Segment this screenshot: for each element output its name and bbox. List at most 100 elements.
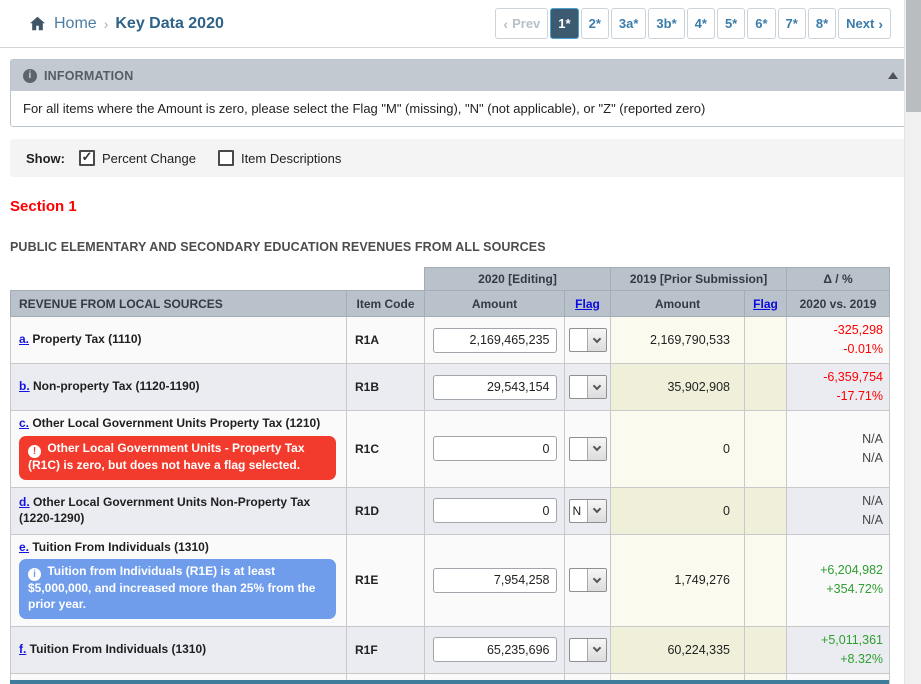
next-button[interactable]: Next › [838, 8, 891, 39]
page-button-6[interactable]: 6* [747, 8, 775, 39]
delta-percent: N/A [793, 511, 883, 530]
row-label: Tuition From Individuals (1310) [29, 540, 209, 554]
delta-percent: -0.01% [793, 340, 883, 359]
row-letter-link[interactable]: b. [19, 379, 30, 393]
collapse-caret-icon[interactable] [888, 72, 898, 79]
amount-2020-cell [425, 626, 565, 673]
row-label-cell: a. Property Tax (1110) [11, 317, 347, 364]
scrollbar-thumb[interactable] [906, 0, 921, 112]
delta-percent: +8.32% [793, 650, 883, 669]
amount-2020-input[interactable] [433, 568, 557, 593]
page-title: Key Data 2020 [115, 15, 224, 33]
flag-2019-cell [745, 626, 787, 673]
row-label-cell: b. Non-property Tax (1120-1190) [11, 364, 347, 411]
table-sub-header-row: REVENUE FROM LOCAL SOURCES Item Code Amo… [11, 291, 890, 317]
flag-2020-cell [565, 626, 611, 673]
percent-change-checkbox-box[interactable] [79, 150, 95, 166]
breadcrumb: Home › Key Data 2020 [28, 15, 224, 33]
flag-2019-header-link[interactable]: Flag [753, 297, 778, 311]
next-section-edge [10, 680, 889, 684]
flag-selected-value [570, 329, 587, 351]
row-letter-link[interactable]: c. [19, 416, 29, 430]
delta-percent: N/A [793, 449, 883, 468]
item-code-cell: R1C [347, 411, 425, 488]
row-label-cell: c. Other Local Government Units Property… [11, 411, 347, 488]
prev-button[interactable]: ‹ Prev [495, 8, 548, 39]
amount-2020-input[interactable] [433, 328, 557, 353]
pagination: ‹ Prev 1*2*3a*3b*4*5*6*7*8* Next › [495, 8, 891, 39]
page-button-5[interactable]: 5* [717, 8, 745, 39]
amount-2019-cell: 35,902,908 [611, 364, 745, 411]
amount-2019-cell: 2,169,790,533 [611, 317, 745, 364]
breadcrumb-home-link[interactable]: Home [54, 15, 97, 33]
delta-value: +6,204,982 [793, 561, 883, 580]
amount-2020-cell [425, 317, 565, 364]
item-code-cell: R1B [347, 364, 425, 411]
section-title: Section 1 [10, 198, 921, 215]
flag-2020-cell [565, 411, 611, 488]
row-label: Non-property Tax (1120-1190) [30, 379, 200, 393]
flag-2020-select[interactable] [569, 568, 607, 592]
flag-2020-select[interactable] [569, 328, 607, 352]
error-alert: ! Other Local Government Units - Propert… [19, 436, 336, 480]
flag-2019-cell [745, 411, 787, 488]
information-message: For all items where the Amount is zero, … [11, 91, 910, 126]
table-row-R1F: f. Tuition From Individuals (1310)R1F60,… [11, 626, 890, 673]
home-icon[interactable] [28, 15, 47, 32]
item-descriptions-label: Item Descriptions [241, 151, 341, 166]
flag-2019-cell [745, 534, 787, 626]
flag-2020-select[interactable] [569, 437, 607, 461]
page-button-4[interactable]: 4* [687, 8, 715, 39]
delta-cell: N/AN/A [787, 411, 890, 488]
item-descriptions-checkbox-box[interactable] [218, 150, 234, 166]
flag-2020-select[interactable] [569, 375, 607, 399]
flag-2019-cell [745, 487, 787, 534]
amount-2020-input[interactable] [433, 637, 557, 662]
delta-percent: +354.72% [793, 580, 883, 599]
flag-2020-select[interactable] [569, 638, 607, 662]
item-code-cell: R1A [347, 317, 425, 364]
chevron-down-icon [592, 334, 600, 342]
amount-2020-input[interactable] [433, 436, 557, 461]
prev-label: Prev [512, 16, 540, 31]
delta-cell: +6,204,982+354.72% [787, 534, 890, 626]
chevron-down-icon [592, 505, 600, 513]
amount-2019-cell: 0 [611, 487, 745, 534]
percent-change-checkbox[interactable]: Percent Change [79, 150, 196, 166]
amount-2019-cell: 1,749,276 [611, 534, 745, 626]
amount-2020-input[interactable] [433, 498, 557, 523]
vertical-scrollbar[interactable] [904, 0, 921, 684]
chevron-down-icon [592, 443, 600, 451]
row-letter-link[interactable]: e. [19, 540, 29, 554]
page-button-3b[interactable]: 3b* [648, 8, 684, 39]
dropdown-arrow-icon [587, 500, 606, 522]
page-button-8[interactable]: 8* [808, 8, 836, 39]
table-row-R1A: a. Property Tax (1110)R1A 2,169,790,533 -3… [11, 317, 890, 364]
delta-value: -325,298 [793, 321, 883, 340]
item-code-cell: R1F [347, 626, 425, 673]
flag-2020-select[interactable]: N [569, 499, 607, 523]
page-button-1[interactable]: 1* [550, 8, 578, 39]
exclamation-icon: ! [28, 445, 41, 458]
row-letter-link[interactable]: d. [19, 495, 30, 509]
page-button-3a[interactable]: 3a* [611, 8, 647, 39]
item-descriptions-checkbox[interactable]: Item Descriptions [218, 150, 341, 166]
row-label-cell: e. Tuition From Individuals (1310)i Tuit… [11, 534, 347, 626]
information-panel: i INFORMATION For all items where the Am… [10, 59, 911, 127]
flag-2020-header-link[interactable]: Flag [575, 297, 600, 311]
row-label: Other Local Government Units Property Ta… [29, 416, 320, 430]
dropdown-arrow-icon [587, 329, 606, 351]
table-row-R1B: b. Non-property Tax (1120-1190)R1B35,902… [11, 364, 890, 411]
delta-value: +5,011,361 [793, 631, 883, 650]
chevron-down-icon [592, 574, 600, 582]
page-button-7[interactable]: 7* [778, 8, 806, 39]
amount-2020-input[interactable] [433, 375, 557, 400]
flag-2020-cell [565, 317, 611, 364]
amount-2019-cell: 0 [611, 411, 745, 488]
flag-selected-value [570, 569, 587, 591]
row-letter-link[interactable]: a. [19, 332, 29, 346]
page: Home › Key Data 2020 ‹ Prev 1*2*3a*3b*4*… [0, 0, 921, 684]
dropdown-arrow-icon [587, 438, 606, 460]
page-button-2[interactable]: 2* [581, 8, 609, 39]
information-panel-header[interactable]: i INFORMATION [11, 60, 910, 91]
